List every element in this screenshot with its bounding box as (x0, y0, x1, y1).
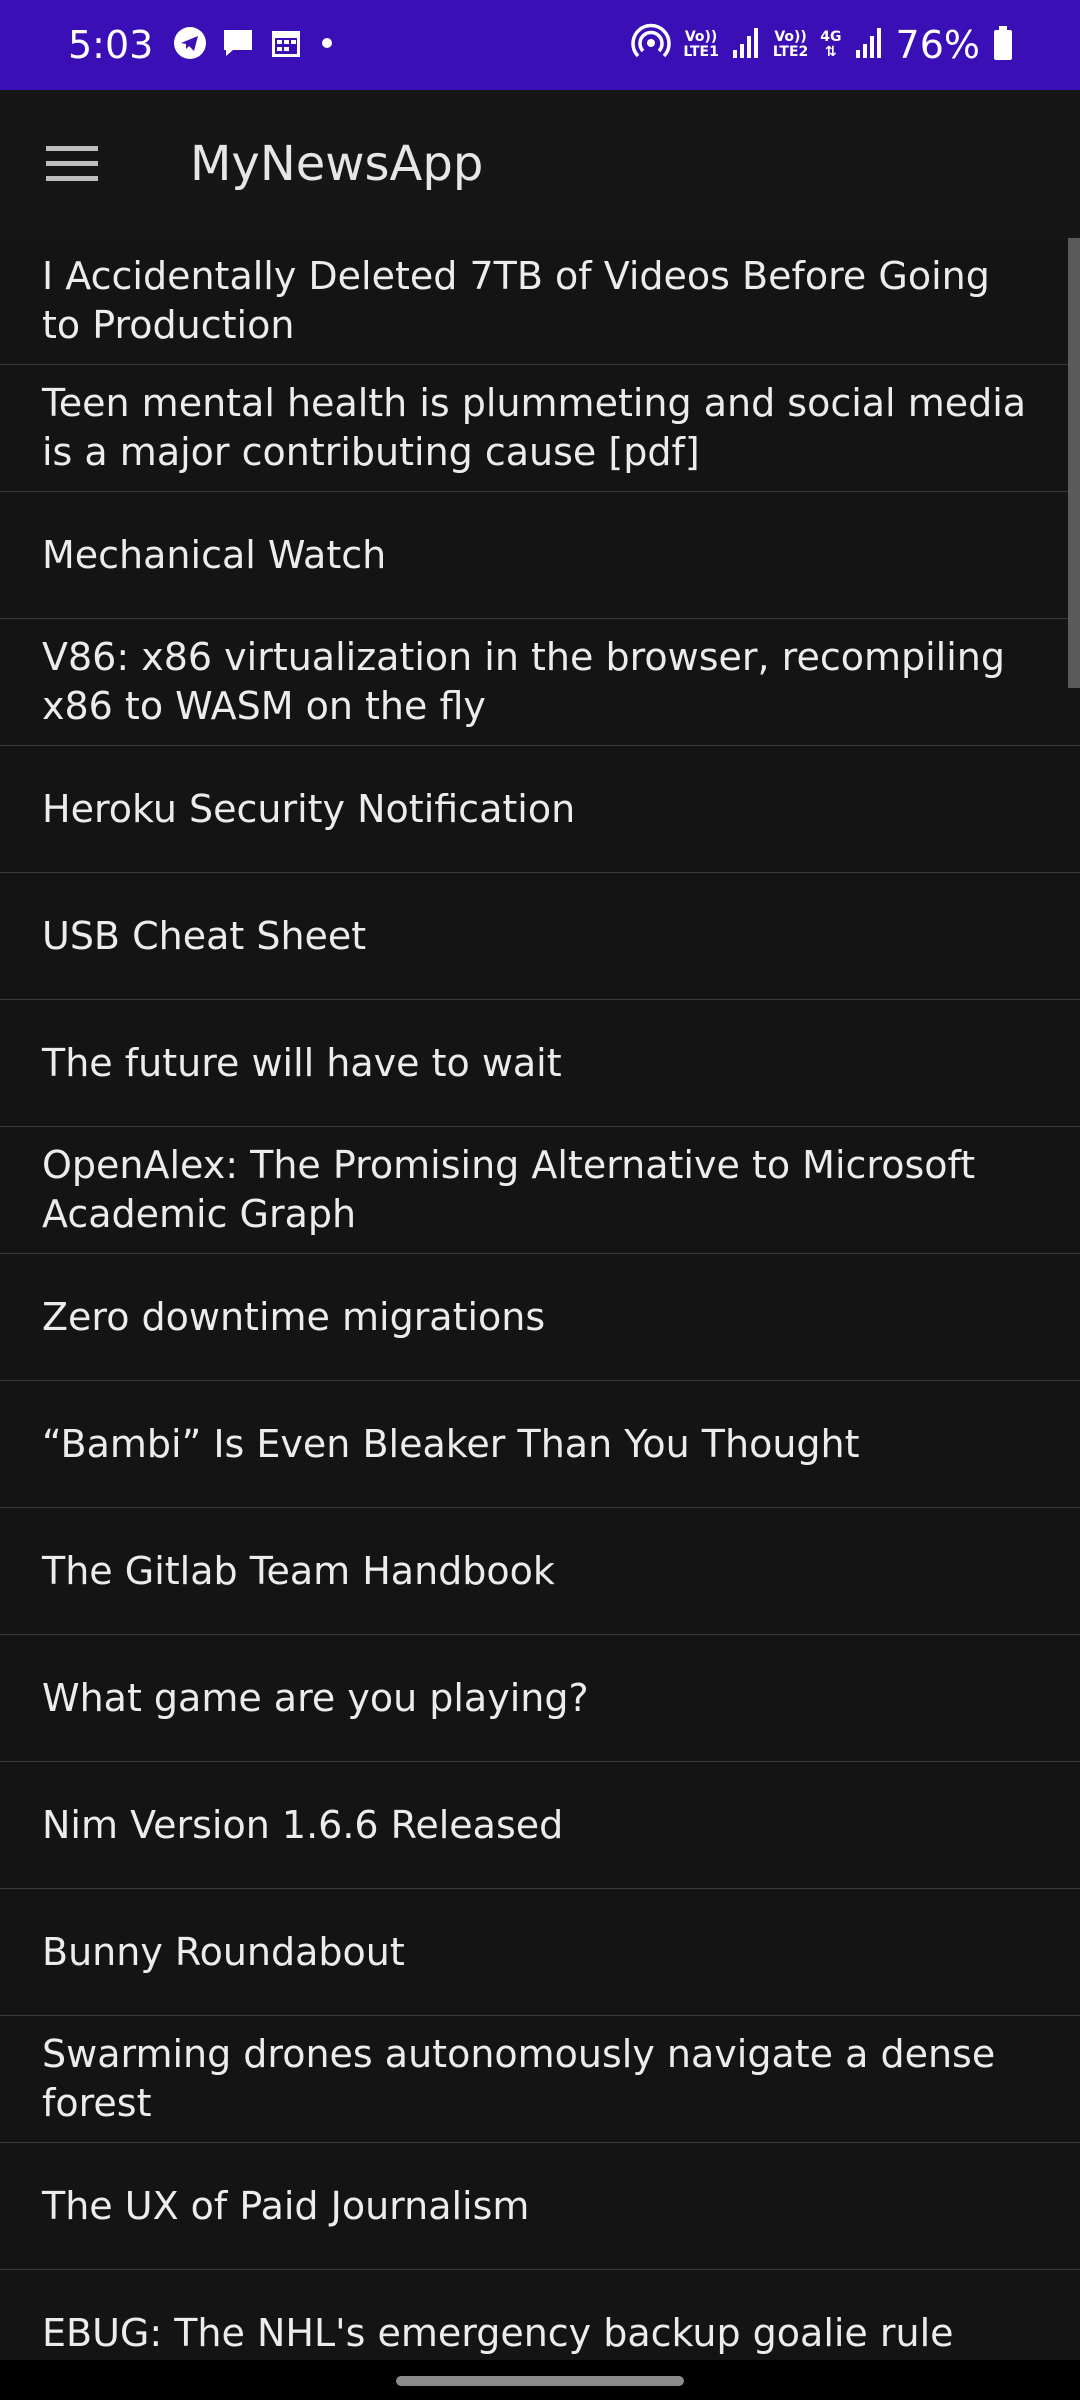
navigation-bar (0, 2360, 1080, 2400)
news-list-item[interactable]: The Gitlab Team Handbook (0, 1508, 1080, 1635)
status-time: 5:03 (68, 23, 154, 67)
status-bar: 5:03 Vo)) LTE1 Vo)) LTE2 4G ⇅ 76% (0, 0, 1080, 90)
news-list-item[interactable]: “Bambi” Is Even Bleaker Than You Thought (0, 1381, 1080, 1508)
network-type: 4G ⇅ (820, 30, 841, 60)
news-list-item[interactable]: The UX of Paid Journalism (0, 2143, 1080, 2270)
news-title: Zero downtime migrations (42, 1294, 546, 1339)
news-list-item[interactable]: V86: x86 virtualization in the browser, … (0, 619, 1080, 746)
news-title: OpenAlex: The Promising Alternative to M… (42, 1143, 976, 1236)
network-label: 4G (820, 29, 842, 45)
telegram-icon (173, 26, 207, 64)
sim1-bottom: LTE1 (683, 44, 719, 60)
calendar-icon (269, 26, 303, 64)
notification-dot-icon (317, 26, 337, 64)
battery-percent: 76% (895, 23, 980, 67)
battery-icon (992, 25, 1014, 65)
status-left: 5:03 (68, 0, 337, 90)
news-list-item[interactable]: Bunny Roundabout (0, 1889, 1080, 2016)
news-list[interactable]: I Accidentally Deleted 7TB of Videos Bef… (0, 238, 1080, 2360)
signal-icon-sim1 (731, 26, 761, 64)
screen: 5:03 Vo)) LTE1 Vo)) LTE2 4G ⇅ 76% MyNews… (0, 0, 1080, 2400)
message-icon (221, 26, 255, 64)
sim2-bottom: LTE2 (772, 44, 809, 60)
status-right: Vo)) LTE1 Vo)) LTE2 4G ⇅ 76% (631, 0, 1014, 90)
sim2-label: Vo)) LTE2 (773, 30, 808, 60)
news-title: V86: x86 virtualization in the browser, … (42, 635, 1005, 728)
news-list-item[interactable]: EBUG: The NHL's emergency backup goalie … (0, 2270, 1080, 2360)
news-title: The future will have to wait (42, 1040, 562, 1085)
menu-button[interactable] (24, 116, 120, 212)
news-list-item[interactable]: Heroku Security Notification (0, 746, 1080, 873)
news-title: Bunny Roundabout (42, 1929, 405, 1974)
news-list-item[interactable]: Nim Version 1.6.6 Released (0, 1762, 1080, 1889)
news-title: Mechanical Watch (42, 532, 387, 577)
news-list-item[interactable]: Mechanical Watch (0, 492, 1080, 619)
hamburger-menu-icon (46, 146, 98, 181)
news-title: Nim Version 1.6.6 Released (42, 1802, 564, 1847)
news-title: EBUG: The NHL's emergency backup goalie … (42, 2310, 954, 2355)
news-list-item[interactable]: OpenAlex: The Promising Alternative to M… (0, 1127, 1080, 1254)
sim1-label: Vo)) LTE1 (683, 30, 718, 60)
sim2-top: Vo)) (774, 29, 807, 45)
news-list-item[interactable]: What game are you playing? (0, 1635, 1080, 1762)
news-title: Swarming drones autonomously navigate a … (42, 2032, 996, 2125)
signal-icon-sim2 (854, 26, 884, 64)
news-list-item[interactable]: The future will have to wait (0, 1000, 1080, 1127)
news-title: The Gitlab Team Handbook (42, 1548, 555, 1593)
news-title: I Accidentally Deleted 7TB of Videos Bef… (42, 254, 990, 347)
news-title: USB Cheat Sheet (42, 913, 367, 958)
app-title: MyNewsApp (190, 136, 484, 192)
home-indicator[interactable] (396, 2376, 684, 2386)
scrollbar[interactable] (1068, 238, 1080, 688)
data-arrows-icon: ⇅ (825, 44, 837, 60)
news-title: The UX of Paid Journalism (42, 2183, 530, 2228)
news-list-item[interactable]: I Accidentally Deleted 7TB of Videos Bef… (0, 238, 1080, 365)
news-title: Heroku Security Notification (42, 786, 576, 831)
news-list-item[interactable]: USB Cheat Sheet (0, 873, 1080, 1000)
news-title: Teen mental health is plummeting and soc… (42, 381, 1027, 474)
hotspot-icon (631, 23, 672, 67)
sim1-top: Vo)) (684, 29, 718, 45)
news-title: “Bambi” Is Even Bleaker Than You Thought (42, 1421, 860, 1466)
news-list-item[interactable]: Swarming drones autonomously navigate a … (0, 2016, 1080, 2143)
news-title: What game are you playing? (42, 1675, 589, 1720)
news-list-item[interactable]: Teen mental health is plummeting and soc… (0, 365, 1080, 492)
app-bar: MyNewsApp (0, 90, 1080, 238)
news-list-item[interactable]: Zero downtime migrations (0, 1254, 1080, 1381)
